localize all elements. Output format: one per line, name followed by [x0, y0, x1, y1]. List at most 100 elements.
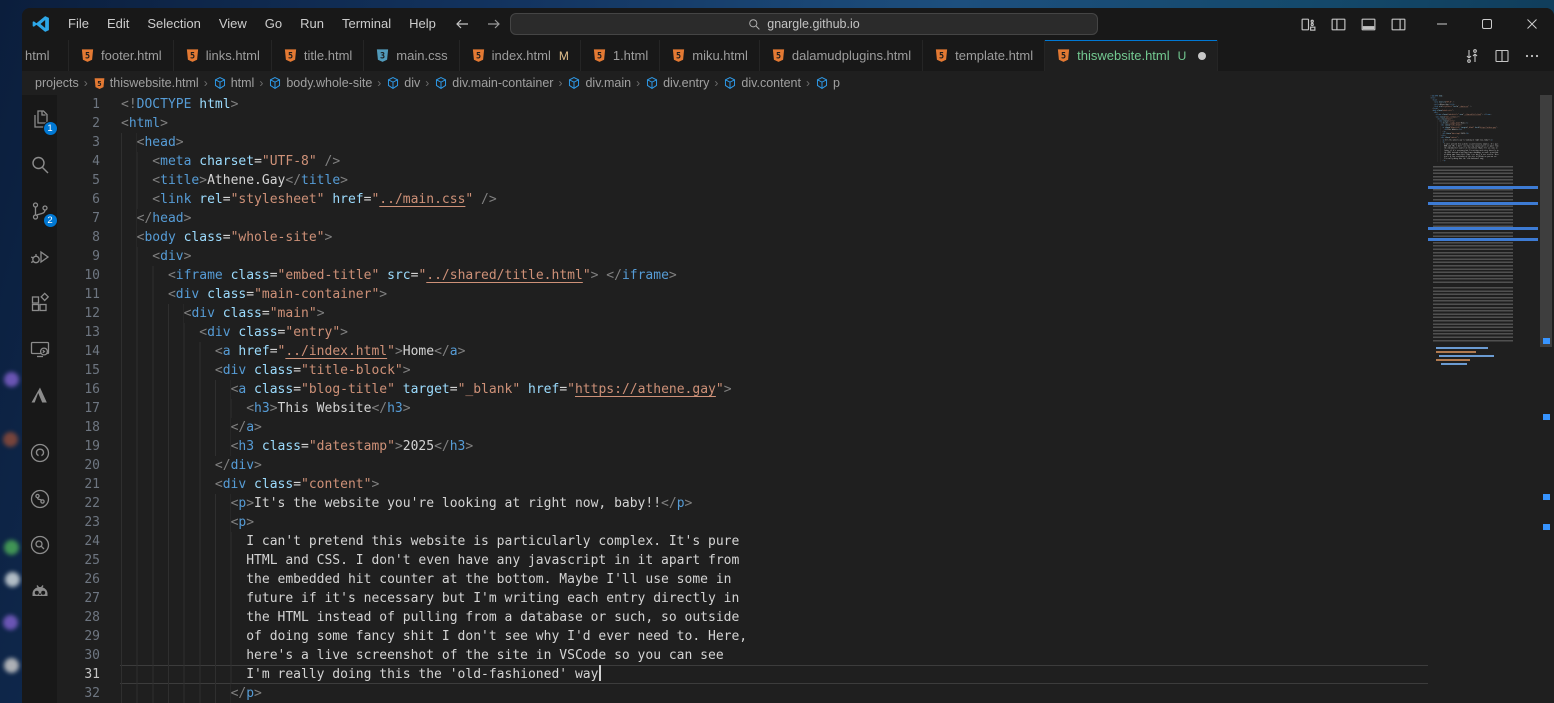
code-line-10[interactable]: 10<iframe class="embed-title" src="../sh… — [57, 266, 1428, 285]
activity-godot-tools-icon[interactable] — [26, 577, 54, 605]
code-line-24[interactable]: 24I can't pretend this website is partic… — [57, 532, 1428, 551]
code-line-18[interactable]: 18</a> — [57, 418, 1428, 437]
tab-dalamudplugins.html[interactable]: 5dalamudplugins.html — [760, 40, 923, 71]
code-line-18[interactable]: 18</a> — [1428, 131, 1524, 133]
minimap[interactable]: 1<!DOCTYPE html>2<html>3<head>4<meta cha… — [1428, 95, 1538, 703]
toggle-primary-sidebar-icon[interactable] — [1327, 13, 1349, 35]
code-editor[interactable]: 1<!DOCTYPE html>2<html>3<head>4<meta cha… — [57, 95, 1554, 703]
code-line-16[interactable]: 16<a class="blog-title" target="_blank" … — [1428, 126, 1524, 128]
tab-miku.html[interactable]: 5miku.html — [660, 40, 760, 71]
code-line-26[interactable]: 26the embedded hit counter at the bottom… — [1428, 147, 1524, 149]
code-line-16[interactable]: 16<a class="blog-title" target="_blank" … — [57, 380, 1428, 399]
menu-item-view[interactable]: View — [210, 8, 256, 40]
code-line-28[interactable]: 28the HTML instead of pulling from a dat… — [1428, 151, 1524, 153]
activity-source-control-icon[interactable]: 2 — [26, 197, 54, 225]
tab-thiswebsite.html[interactable]: 5thiswebsite.htmlU — [1045, 40, 1218, 71]
code-line-5[interactable]: 5<title>Athene.Gay</title> — [1428, 103, 1524, 105]
code-line-6[interactable]: 6<link rel="stylesheet" href="../main.cs… — [1428, 105, 1524, 107]
maximize-button[interactable] — [1464, 8, 1509, 40]
code-line-12[interactable]: 12<div class="main"> — [1428, 118, 1524, 120]
code-line-21[interactable]: 21<div class="content"> — [1428, 137, 1524, 139]
breadcrumb-item-div.main-container[interactable]: div.main-container — [434, 76, 553, 90]
code-line-7[interactable]: 7</head> — [57, 209, 1428, 228]
menu-item-selection[interactable]: Selection — [138, 8, 209, 40]
code-line-4[interactable]: 4<meta charset="UTF-8" /> — [1428, 101, 1524, 103]
code-line-17[interactable]: 17<h3>This Website</h3> — [1428, 128, 1524, 130]
code-line-23[interactable]: 23<p> — [57, 513, 1428, 532]
breadcrumb-item-projects[interactable]: projects — [35, 76, 79, 90]
code-line-27[interactable]: 27future if it's necessary but I'm writi… — [1428, 149, 1524, 151]
code-line-32[interactable]: 32</p> — [57, 684, 1428, 703]
scrollbar-thumb[interactable] — [1540, 95, 1552, 347]
more-actions-icon[interactable] — [1524, 48, 1540, 64]
menu-item-file[interactable]: File — [59, 8, 98, 40]
activity-remote-explorer-icon[interactable] — [26, 335, 54, 363]
code-line-29[interactable]: 29of doing some fancy shit I don't see w… — [1428, 154, 1524, 156]
code-line-19[interactable]: 19<h3 class="datestamp">2025</h3> — [57, 437, 1428, 456]
minimize-button[interactable] — [1419, 8, 1464, 40]
code-line-15[interactable]: 15<div class="title-block"> — [57, 361, 1428, 380]
activity-gitlens-icon[interactable] — [26, 531, 54, 559]
code-line-31[interactable]: 31I'm really doing this the 'old-fashion… — [1428, 158, 1524, 160]
breadcrumb-item-thiswebsite.html[interactable]: 5thiswebsite.html — [93, 76, 199, 90]
code-line-9[interactable]: 9<div> — [1428, 112, 1524, 114]
code-line-2[interactable]: 2<html> — [57, 114, 1428, 133]
code-line-2[interactable]: 2<html> — [1428, 97, 1524, 99]
code-line-21[interactable]: 21<div class="content"> — [57, 475, 1428, 494]
toggle-secondary-sidebar-icon[interactable] — [1387, 13, 1409, 35]
tab-links.html[interactable]: 5links.html — [174, 40, 272, 71]
code-line-29[interactable]: 29of doing some fancy shit I don't see w… — [57, 627, 1428, 646]
tab-template.html[interactable]: 5template.html — [923, 40, 1045, 71]
breadcrumb-item-html[interactable]: html — [213, 76, 255, 90]
menu-item-edit[interactable]: Edit — [98, 8, 138, 40]
code-line-12[interactable]: 12<div class="main"> — [57, 304, 1428, 323]
code-line-22[interactable]: 22<p>It's the website you're looking at … — [1428, 139, 1524, 141]
split-editor-icon[interactable] — [1494, 48, 1510, 64]
code-line-10[interactable]: 10<iframe class="embed-title" src="../sh… — [1428, 114, 1524, 116]
code-line-19[interactable]: 19<h3 class="datestamp">2025</h3> — [1428, 133, 1524, 135]
tab-footer.html[interactable]: 5footer.html — [69, 40, 174, 71]
command-center-search[interactable]: gnargle.github.io — [510, 13, 1098, 35]
code-line-8[interactable]: 8<body class="whole-site"> — [1428, 110, 1524, 112]
code-line-13[interactable]: 13<div class="entry"> — [1428, 120, 1524, 122]
code-line-24[interactable]: 24I can't pretend this website is partic… — [1428, 143, 1524, 145]
activity-github-icon[interactable] — [26, 439, 54, 467]
tab-1.html[interactable]: 51.html — [581, 40, 660, 71]
code-line-3[interactable]: 3<head> — [57, 133, 1428, 152]
activity-search-icon[interactable] — [26, 151, 54, 179]
activity-run-and-debug-icon[interactable] — [26, 243, 54, 271]
code-line-7[interactable]: 7</head> — [1428, 108, 1524, 110]
code-line-5[interactable]: 5<title>Athene.Gay</title> — [57, 171, 1428, 190]
code-line-1[interactable]: 1<!DOCTYPE html> — [1428, 95, 1524, 97]
breadcrumb-item-div.entry[interactable]: div.entry — [645, 76, 709, 90]
code-line-14[interactable]: 14<a href="../index.html">Home</a> — [57, 342, 1428, 361]
tab-index.html[interactable]: 5index.htmlM — [460, 40, 581, 71]
activity-extensions-icon[interactable] — [26, 289, 54, 317]
code-line-32[interactable]: 32</p> — [1428, 160, 1524, 162]
activity-git-graph-icon[interactable] — [26, 485, 54, 513]
code-line-13[interactable]: 13<div class="entry"> — [57, 323, 1428, 342]
code-line-3[interactable]: 3<head> — [1428, 99, 1524, 101]
code-line-23[interactable]: 23<p> — [1428, 141, 1524, 143]
tab-title.html[interactable]: 5title.html — [272, 40, 364, 71]
tab-html[interactable]: html — [22, 40, 69, 71]
breadcrumb-item-body.whole-site[interactable]: body.whole-site — [268, 76, 372, 90]
code-line-6[interactable]: 6<link rel="stylesheet" href="../main.cs… — [57, 190, 1428, 209]
breadcrumb-item-div.content[interactable]: div.content — [723, 76, 801, 90]
code-line-14[interactable]: 14<a href="../index.html">Home</a> — [1428, 122, 1524, 124]
code-line-31[interactable]: 31I'm really doing this the 'old-fashion… — [57, 665, 1428, 684]
go-back-icon[interactable] — [454, 16, 474, 32]
code-line-22[interactable]: 22<p>It's the website you're looking at … — [57, 494, 1428, 513]
open-changes-icon[interactable] — [1464, 48, 1480, 64]
code-line-9[interactable]: 9<div> — [57, 247, 1428, 266]
code-line-25[interactable]: 25HTML and CSS. I don't even have any ja… — [57, 551, 1428, 570]
breadcrumb-item-p[interactable]: p — [815, 76, 840, 90]
code-line-26[interactable]: 26the embedded hit counter at the bottom… — [57, 570, 1428, 589]
breadcrumb-item-div[interactable]: div — [386, 76, 420, 90]
menu-item-terminal[interactable]: Terminal — [333, 8, 400, 40]
code-line-25[interactable]: 25HTML and CSS. I don't even have any ja… — [1428, 145, 1524, 147]
code-line-30[interactable]: 30here's a live screenshot of the site i… — [57, 646, 1428, 665]
code-line-4[interactable]: 4<meta charset="UTF-8" /> — [57, 152, 1428, 171]
code-line-27[interactable]: 27future if it's necessary but I'm writi… — [57, 589, 1428, 608]
customize-layout-icon[interactable] — [1297, 13, 1319, 35]
